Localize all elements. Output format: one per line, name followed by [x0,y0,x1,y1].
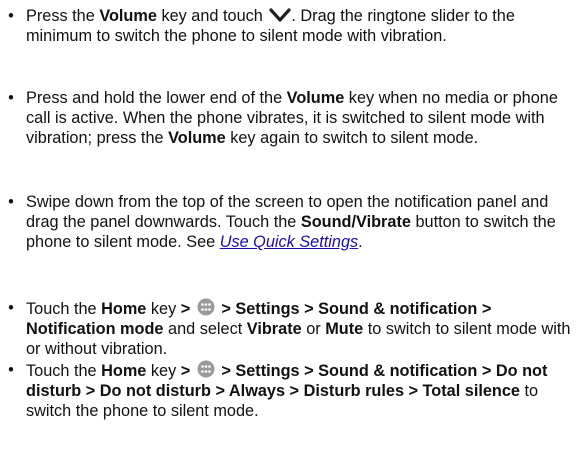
text-segment: key [146,362,181,380]
bold-text: Vibrate [246,320,302,338]
bold-text: Volume [168,129,226,147]
text-segment: . [358,233,363,251]
use-quick-settings-link[interactable]: Use Quick Settings [220,233,358,251]
chevron-down-icon [269,8,291,22]
text-segment [190,300,195,318]
text-segment [190,362,195,380]
list-item-text: Swipe down from the top of the screen to… [26,193,556,251]
text-segment: Press and hold the lower end of the [26,89,287,107]
bold-text: Volume [286,89,345,107]
list-item-text: Press the Volume key and touch . Drag th… [26,7,515,45]
list-item-text: Touch the Home key > > Settings > Sound … [26,298,570,358]
text-segment: Press the [26,7,100,25]
bold-text: Home [101,362,147,380]
apps-icon [197,360,215,378]
bold-text: > [180,362,191,380]
bullet: • [8,193,14,211]
bullet: • [8,7,14,25]
list-item: • Touch the Home key > > Settings > Soun… [8,298,582,359]
list-item: • Swipe down from the top of the screen … [8,192,582,252]
bold-text: Mute [325,320,364,338]
bold-text: > [180,300,191,318]
bullet: • [8,361,14,379]
text-segment: key again to switch to silent mode. [225,129,479,147]
bold-text: Volume [99,7,157,25]
text-segment: key [146,300,181,318]
bullet: • [8,299,14,317]
bold-text: Home [101,300,147,318]
bold-text: Sound/Vibrate [300,213,411,231]
text-segment: and select [163,320,247,338]
list-item: • Press the Volume key and touch . Drag … [8,6,582,46]
text-segment: or [301,320,326,338]
bullet: • [8,89,14,107]
list-item: • Press and hold the lower end of the Vo… [8,88,582,148]
list-item-text: Press and hold the lower end of the Volu… [26,89,558,147]
text-segment: Touch the [26,362,102,380]
text-segment: Touch the [26,300,102,318]
apps-icon [197,298,215,316]
list-item: • Touch the Home key > > Settings > Soun… [8,360,582,421]
text-segment: key and touch [156,7,268,25]
list-item-text: Touch the Home key > > Settings > Sound … [26,360,547,420]
